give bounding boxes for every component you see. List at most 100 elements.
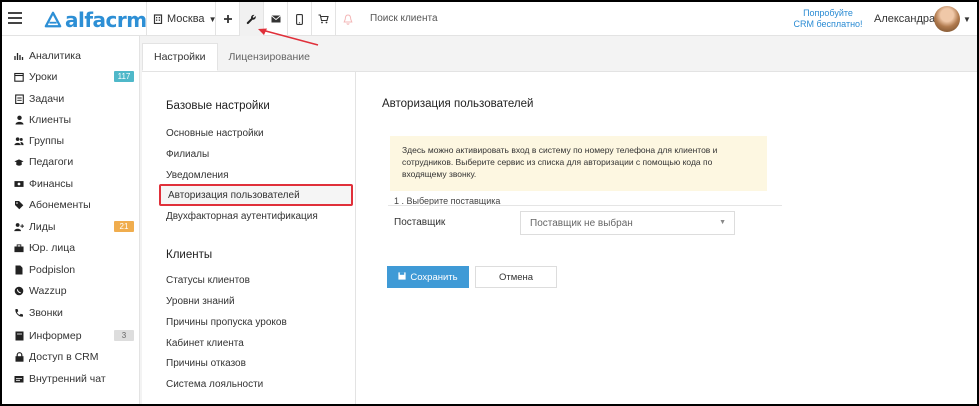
sidebar-item-label: Информер [29,330,82,342]
provider-select[interactable]: Поставщик не выбран ▼ [520,211,735,235]
logo-mark-icon [44,11,62,28]
tag-icon [14,200,24,210]
users-icon [14,136,24,146]
tab-licensing[interactable]: Лицензирование [218,43,321,71]
nav-branches[interactable]: Филиалы [166,149,209,160]
sidebar-item-podpislon[interactable]: Podpislon [14,262,134,278]
whatsapp-icon [14,286,24,296]
user-name[interactable]: Александра [874,13,935,25]
sidebar-item-subscriptions[interactable]: Абонементы [14,197,134,213]
nav-main-settings[interactable]: Основные настройки [166,128,264,139]
count-badge: 117 [114,71,134,82]
sidebar-item-label: Клиенты [29,114,72,126]
plus-icon [223,15,232,23]
mail-button[interactable] [263,2,287,36]
sidebar-item-teachers[interactable]: Педагоги [14,154,134,170]
tab-settings[interactable]: Настройки [142,43,218,71]
sidebar-item-crm-access[interactable]: Доступ в CRM [14,349,134,365]
nav-notifications[interactable]: Уведомления [166,170,229,181]
lock-icon [14,352,24,362]
sidebar-item-leads[interactable]: Лиды 21 [14,219,134,235]
nav-user-authorization[interactable]: Авторизация пользователей [159,184,353,206]
sidebar-item-groups[interactable]: Группы [14,133,134,149]
divider [388,205,782,206]
page-title: Авторизация пользователей [382,98,534,110]
bell-icon [342,13,353,25]
settings-button[interactable] [239,2,263,36]
branch-label: Москва [167,13,205,25]
menu-icon[interactable] [8,12,22,24]
logo-text: alfacrm [65,8,147,32]
sidebar-item-finance[interactable]: Финансы [14,176,134,192]
logo[interactable]: alfacrm [44,8,147,32]
sidebar-item-label: Wazzup [29,285,67,297]
sidebar-item-lessons[interactable]: Уроки 117 [14,69,134,85]
sidebar-item-label: Звонки [29,307,63,319]
nav-refusal-reasons[interactable]: Причины отказов [166,358,246,369]
building-icon [153,14,163,24]
document-icon [14,265,24,275]
cart-icon [318,14,329,24]
section-title: Базовые настройки [166,100,270,112]
graduation-cap-icon [14,157,24,167]
calendar-icon [14,72,24,82]
chevron-down-icon[interactable]: ▼ [963,15,971,24]
sidebar-item-clients[interactable]: Клиенты [14,112,134,128]
nav-loyalty-system[interactable]: Система лояльности [166,379,263,390]
sidebar-item-label: Группы [29,135,64,147]
avatar[interactable] [934,6,960,32]
nav-absence-reasons[interactable]: Причины пропуска уроков [166,317,287,328]
sidebar-item-label: Внутренний чат [29,373,106,385]
settings-nav: Базовые настройки Основные настройки Фил… [142,72,356,404]
sidebar-item-label: Доступ в CRM [29,351,99,363]
chart-icon [14,51,24,61]
add-button[interactable] [215,2,239,36]
trial-promo-link[interactable]: Попробуйте CRM бесплатно! [790,8,866,30]
wrench-icon [246,14,256,24]
book-icon [14,331,24,341]
money-icon [14,179,24,189]
nav-client-statuses[interactable]: Статусы клиентов [166,275,250,286]
mobile-phone-icon [296,13,303,25]
chat-icon [14,374,24,384]
cart-button[interactable] [311,2,335,36]
sidebar-item-internal-chat[interactable]: Внутренний чат [14,371,134,387]
save-button-label: Сохранить [410,271,458,283]
settings-panel: Базовые настройки Основные настройки Фил… [142,71,977,404]
sidebar-item-calls[interactable]: Звонки [14,305,134,321]
sidebar-item-label: Юр. лица [29,242,76,254]
tasks-icon [14,94,24,104]
branch-selector[interactable]: Москва ▼ [146,2,222,36]
promo-line-1: Попробуйте [803,8,853,18]
notifications-button[interactable] [335,2,359,36]
tab-bar: Настройки Лицензирование [142,43,321,71]
sidebar-item-analytics[interactable]: Аналитика [14,48,134,64]
sidebar-item-label: Задачи [29,93,65,105]
sidebar: Аналитика Уроки 117 Задачи Клиенты Групп… [2,36,140,404]
top-bar: alfacrm Москва ▼ Попробуйте CRM беспла [2,2,977,36]
sidebar-item-label: Уроки [29,71,58,83]
count-badge: 3 [114,330,134,341]
sidebar-item-wazzup[interactable]: Wazzup [14,283,134,299]
promo-line-2: CRM бесплатно! [793,19,863,29]
sidebar-item-legal-entities[interactable]: Юр. лица [14,240,134,256]
sidebar-item-tasks[interactable]: Задачи [14,91,134,107]
sidebar-item-label: Педагоги [29,156,74,168]
sidebar-item-label: Финансы [29,178,74,190]
provider-label: Поставщик [394,217,446,228]
nav-client-cabinet[interactable]: Кабинет клиента [166,338,244,349]
info-notice: Здесь можно активировать вход в систему … [390,136,767,191]
nav-two-factor-auth[interactable]: Двухфакторная аутентификация [166,211,318,222]
sidebar-item-label: Podpislon [29,264,76,276]
sidebar-item-informer[interactable]: Информер 3 [14,328,134,344]
app-window: alfacrm Москва ▼ Попробуйте CRM беспла [2,2,977,404]
nav-knowledge-levels[interactable]: Уровни знаний [166,296,235,307]
search-input[interactable] [370,13,550,24]
briefcase-icon [14,243,24,253]
save-button[interactable]: Сохранить [387,266,469,288]
chevron-down-icon: ▼ [719,219,726,226]
user-plus-icon [14,222,24,232]
cancel-button[interactable]: Отмена [475,266,557,288]
phone-button[interactable] [287,2,311,36]
section-title: Клиенты [166,249,213,261]
